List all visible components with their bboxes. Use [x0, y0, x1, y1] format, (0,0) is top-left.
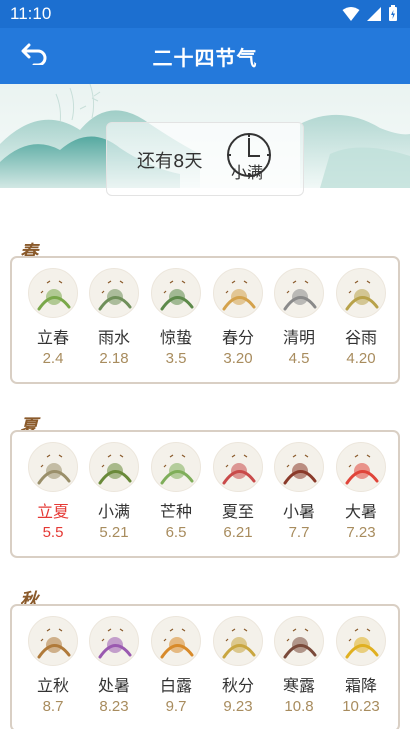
term-name: 雨水: [97, 328, 130, 347]
bai-lu-icon: [151, 616, 201, 666]
term-name: 立春: [36, 328, 69, 347]
term-date: 5.21: [99, 524, 129, 541]
term-date: 6.5: [165, 524, 187, 541]
term-date: 3.5: [165, 350, 187, 367]
han-lu-icon: [274, 616, 324, 666]
term-name: 立夏: [36, 502, 69, 521]
xiao-man-icon: [89, 442, 139, 492]
term-date: 9.7: [165, 698, 187, 715]
term-date: 4.20: [346, 350, 376, 367]
signal-icon: [366, 6, 382, 26]
term-date: 10.23: [342, 698, 380, 715]
solar-term-item[interactable]: 大暑 7.23: [330, 432, 392, 560]
qing-ming-icon: [274, 268, 324, 318]
term-name: 白露: [159, 676, 192, 695]
term-name: 芒种: [159, 502, 192, 521]
term-date: 6.21: [223, 524, 253, 541]
battery-icon: [388, 5, 398, 26]
page-title: 二十四节气: [152, 46, 258, 70]
solar-term-item[interactable]: 惊蛰 3.5: [145, 258, 207, 386]
term-date: 2.18: [99, 350, 129, 367]
term-date: 2.4: [42, 350, 64, 367]
li-xia-icon: [28, 442, 78, 492]
solar-term-item[interactable]: 芒种 6.5: [145, 432, 207, 560]
qiu-fen-icon: [213, 616, 263, 666]
countdown-text: 还有8天: [137, 151, 203, 172]
gu-yu-icon: [336, 268, 386, 318]
solar-term-item[interactable]: 秋分 9.23: [207, 606, 269, 729]
status-icons: [342, 5, 398, 26]
chu-shu-icon: [89, 616, 139, 666]
li-qiu-icon: [28, 616, 78, 666]
solar-term-item[interactable]: 立秋 8.7: [22, 606, 84, 729]
solar-term-item[interactable]: 夏至 6.21: [207, 432, 269, 560]
solar-term-item[interactable]: 立夏 5.5: [22, 432, 84, 560]
term-date: 8.23: [99, 698, 129, 715]
da-shu-icon: [336, 442, 386, 492]
season-box: 立秋 8.7 处暑 8.23 白露 9.7 秋分 9.23 寒露 10.8 霜降 10.23: [10, 604, 400, 729]
term-date: 4.5: [288, 350, 310, 367]
status-time: 11:10: [10, 4, 52, 23]
term-date: 9.23: [223, 698, 253, 715]
solar-term-item[interactable]: 处暑 8.23: [83, 606, 145, 729]
countdown-card[interactable]: 还有8天 小满: [106, 122, 304, 196]
season-box: 立春 2.4 雨水 2.18 惊蛰 3.5 春分 3.20 清明 4.5 谷雨 4.20: [10, 256, 400, 384]
term-name: 秋分: [221, 676, 254, 695]
mang-zhong-icon: [151, 442, 201, 492]
upcoming-term: 小满: [231, 163, 264, 182]
xia-zhi-icon: [213, 442, 263, 492]
chun-fen-icon: [213, 268, 263, 318]
yu-shui-icon: [89, 268, 139, 318]
term-name: 大暑: [344, 502, 377, 521]
season-box: 立夏 5.5 小满 5.21 芒种 6.5 夏至 6.21 小暑 7.7 大暑 7.23: [10, 430, 400, 558]
term-name: 谷雨: [344, 328, 377, 347]
solar-term-item[interactable]: 白露 9.7: [145, 606, 207, 729]
term-date: 5.5: [42, 524, 64, 541]
jing-zhe-icon: [151, 268, 201, 318]
term-name: 夏至: [221, 502, 254, 521]
solar-term-item[interactable]: 谷雨 4.20: [330, 258, 392, 386]
wifi-icon: [342, 6, 360, 26]
term-date: 3.20: [223, 350, 253, 367]
term-name: 惊蛰: [159, 328, 192, 347]
solar-term-item[interactable]: 雨水 2.18: [83, 258, 145, 386]
app-bar: 二十四节气: [0, 28, 410, 84]
solar-term-item[interactable]: 清明 4.5: [268, 258, 330, 386]
shuang-jiang-icon: [336, 616, 386, 666]
xiao-shu-icon: [274, 442, 324, 492]
status-bar: 11:10: [0, 0, 410, 28]
term-name: 处暑: [97, 676, 130, 695]
term-name: 小暑: [282, 502, 315, 521]
term-name: 清明: [282, 328, 315, 347]
solar-term-item[interactable]: 小满 5.21: [83, 432, 145, 560]
term-name: 霜降: [344, 676, 377, 695]
term-name: 寒露: [282, 676, 315, 695]
solar-term-item[interactable]: 霜降 10.23: [330, 606, 392, 729]
solar-term-item[interactable]: 小暑 7.7: [268, 432, 330, 560]
solar-term-item[interactable]: 立春 2.4: [22, 258, 84, 386]
term-date: 7.23: [346, 524, 376, 541]
term-date: 7.7: [288, 524, 310, 541]
solar-term-item[interactable]: 寒露 10.8: [268, 606, 330, 729]
term-name: 小满: [97, 502, 130, 521]
term-date: 10.8: [284, 698, 314, 715]
term-date: 8.7: [42, 698, 64, 715]
term-name: 立秋: [36, 676, 69, 695]
solar-term-item[interactable]: 春分 3.20: [207, 258, 269, 386]
term-name: 春分: [221, 328, 254, 347]
li-chun-icon: [28, 268, 78, 318]
